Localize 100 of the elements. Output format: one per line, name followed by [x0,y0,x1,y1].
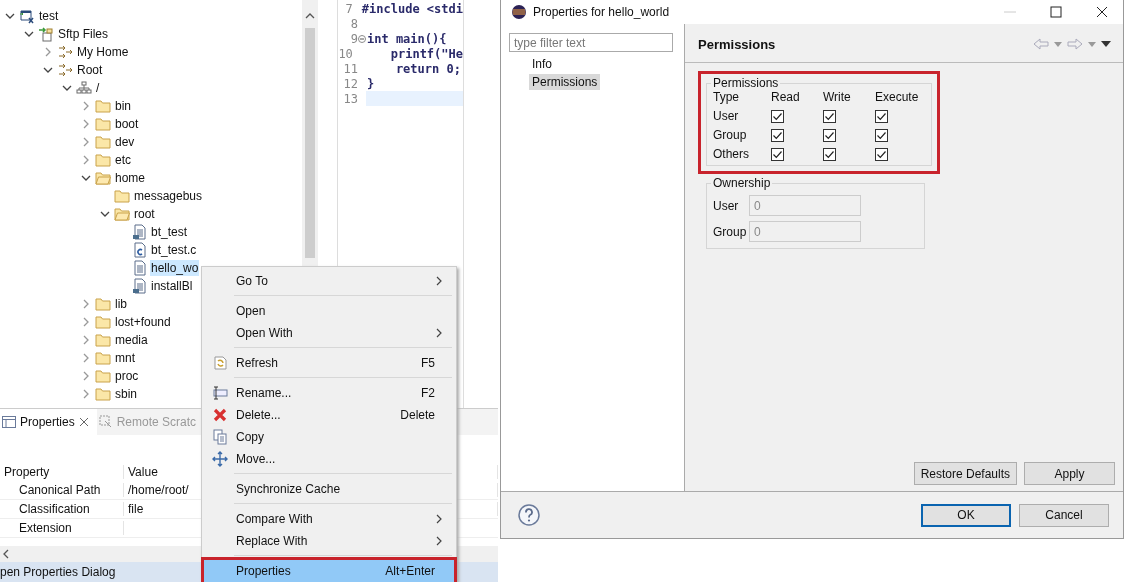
tree-item[interactable]: / [95,80,101,96]
close-icon[interactable] [1095,5,1109,19]
tree-item[interactable]: mnt [114,350,136,366]
column-header[interactable]: Property [0,465,124,479]
network-tree-icon [76,81,92,95]
code-line: #include <stdi [360,1,463,16]
tree-item[interactable]: Root [76,62,104,78]
button[interactable]: Restore Defaults [913,462,1017,485]
checkbox[interactable] [823,109,836,123]
delete-icon [212,407,228,423]
tree-item[interactable]: dev [114,134,136,150]
table-cell: Extension [0,521,124,535]
column-header: Read [771,90,801,104]
checkbox[interactable] [875,128,888,142]
menu-item[interactable]: Go To [204,270,454,292]
menu-item[interactable]: Open With [204,322,454,344]
folder-icon [95,117,111,131]
folder-icon [95,135,111,149]
menu-item[interactable]: Properties Alt+Enter [204,560,454,582]
view-menu-icon[interactable] [1101,41,1111,47]
folder-icon [95,171,111,185]
menu-item[interactable]: Rename... F2 [204,382,454,404]
tree-item[interactable]: My Home [76,44,130,60]
scrollbar-thumb[interactable] [305,28,315,258]
menu-item[interactable]: Compare With [204,508,454,530]
menu-item[interactable]: Refresh F5 [204,352,454,374]
checkbox[interactable] [823,147,836,161]
group-legend: Permissions [711,76,781,90]
tree-item[interactable]: installBl [150,278,194,294]
view-tab[interactable]: Properties [0,409,97,435]
tree-item[interactable]: root [133,206,156,222]
tree-item[interactable]: messagebus [133,188,204,204]
folder-icon [114,189,130,203]
button[interactable]: OK [921,503,1011,527]
help-icon[interactable] [518,504,540,526]
checkbox[interactable] [823,128,836,142]
code-line: return 0; [394,61,461,76]
tree-item[interactable]: home [114,170,147,186]
tree-item[interactable]: boot [114,116,140,132]
tree-item[interactable]: sbin [114,386,138,402]
rename-field-icon [212,385,228,401]
scratchpad-icon [98,415,113,429]
folder-icon [95,351,111,365]
table-cell: /home/root/ [128,483,189,497]
line-number: 10 [338,46,353,61]
tree-item[interactable]: test [38,8,60,24]
row-label: Group [713,128,748,142]
column-header: Type [713,90,740,104]
checkbox[interactable] [875,147,888,161]
folder-icon [95,333,111,347]
menu-item[interactable]: Replace With [204,530,454,552]
button[interactable]: Cancel [1019,503,1109,527]
nav-item[interactable]: Info [529,56,555,72]
button[interactable]: Apply [1024,462,1115,485]
collapse-fold-icon[interactable] [358,34,366,43]
menu-item[interactable]: Synchronize Cache [204,478,454,500]
line-number: 7 [344,1,353,16]
tree-item[interactable]: lost+found [114,314,172,330]
line-number: 11 [342,61,358,76]
nav-item[interactable]: Permissions [529,74,601,90]
tree-item[interactable]: bt_test.c [150,242,198,258]
row-label: User [713,109,740,123]
folder-icon [95,315,111,329]
column-header: Write [823,90,852,104]
tree-item[interactable]: lib [114,296,128,312]
filter-field[interactable]: type filter text [509,33,673,52]
move-arrows-icon [212,451,228,467]
code-line: int main(){ [366,31,447,46]
folder-icon [95,297,111,311]
tree-item[interactable]: Sftp Files [57,26,109,42]
checkbox[interactable] [771,147,784,161]
refresh-icon [212,355,228,371]
group-legend: Ownership [711,176,773,190]
menu-item[interactable]: Open [204,300,454,322]
tree-item[interactable]: bt_test [150,224,189,240]
checkbox[interactable] [771,109,784,123]
line-number: 9 [349,31,358,46]
field-label: Group [713,224,748,239]
line-number: 8 [349,16,358,31]
table-cell: Canonical Path [0,483,124,497]
tree-item[interactable]: bin [114,98,132,114]
tree-item[interactable]: media [114,332,149,348]
folder-icon [95,387,111,401]
folder-icon [114,207,130,221]
tree-item[interactable]: proc [114,368,140,384]
checkbox[interactable] [771,128,784,142]
maximize-icon[interactable] [1049,5,1063,19]
menu-item[interactable]: Move... [204,448,454,470]
tree-item[interactable]: etc [114,152,132,168]
code-line: } [366,76,375,91]
checkbox[interactable] [875,109,888,123]
window-title: Properties for hello_world [533,5,671,19]
document-icon [133,278,147,294]
menu-item[interactable]: Copy [204,426,454,448]
folder-icon [95,99,111,113]
page-title: Permissions [698,36,776,52]
menu-item[interactable]: Delete... Delete [204,404,454,426]
folder-icon [95,369,111,383]
project-icon [19,8,35,24]
tree-item[interactable]: hello_wo [150,260,200,276]
